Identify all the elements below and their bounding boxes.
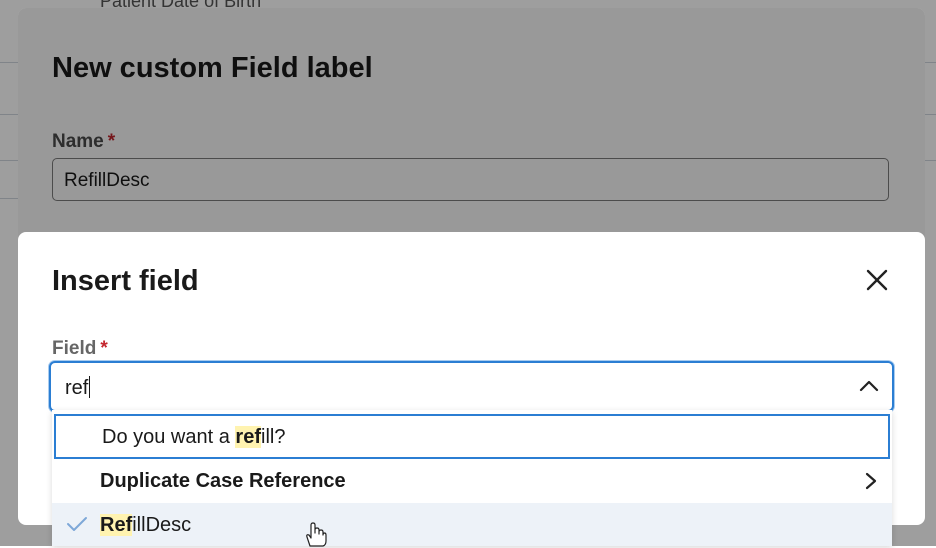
- field-label: Field *: [52, 338, 108, 360]
- list-item-option[interactable]: Duplicate Case Reference: [52, 459, 892, 504]
- check-icon: [67, 517, 87, 531]
- chevron-up-icon[interactable]: [858, 377, 880, 395]
- list-item-option[interactable]: Do you want a refill?: [54, 414, 890, 459]
- option-text: Do you want a: [102, 426, 236, 448]
- option-text: illDesc: [132, 514, 192, 536]
- option-label: Do you want a refill?: [102, 426, 285, 449]
- modal-title: Insert field: [52, 265, 199, 297]
- option-label: RefillDesc: [100, 514, 191, 537]
- text-caret: [89, 376, 91, 398]
- match-highlight: ref: [235, 426, 261, 448]
- close-icon: [866, 269, 888, 291]
- required-mark: *: [100, 338, 108, 359]
- list-item-option-selected[interactable]: RefillDesc: [52, 503, 892, 546]
- field-search-input[interactable]: ref: [49, 361, 894, 412]
- option-text: ill?: [261, 426, 286, 448]
- chevron-right-icon[interactable]: [864, 471, 878, 491]
- field-options-list: Do you want a refill? Duplicate Case Ref…: [52, 410, 892, 546]
- close-button[interactable]: [861, 264, 893, 296]
- option-label: Duplicate Case Reference: [100, 470, 346, 492]
- match-highlight: Ref: [100, 514, 133, 536]
- field-label-text: Field: [52, 338, 97, 359]
- field-input-value: ref: [65, 376, 91, 400]
- hand-cursor-icon: [306, 522, 327, 547]
- field-input-text: ref: [65, 377, 89, 399]
